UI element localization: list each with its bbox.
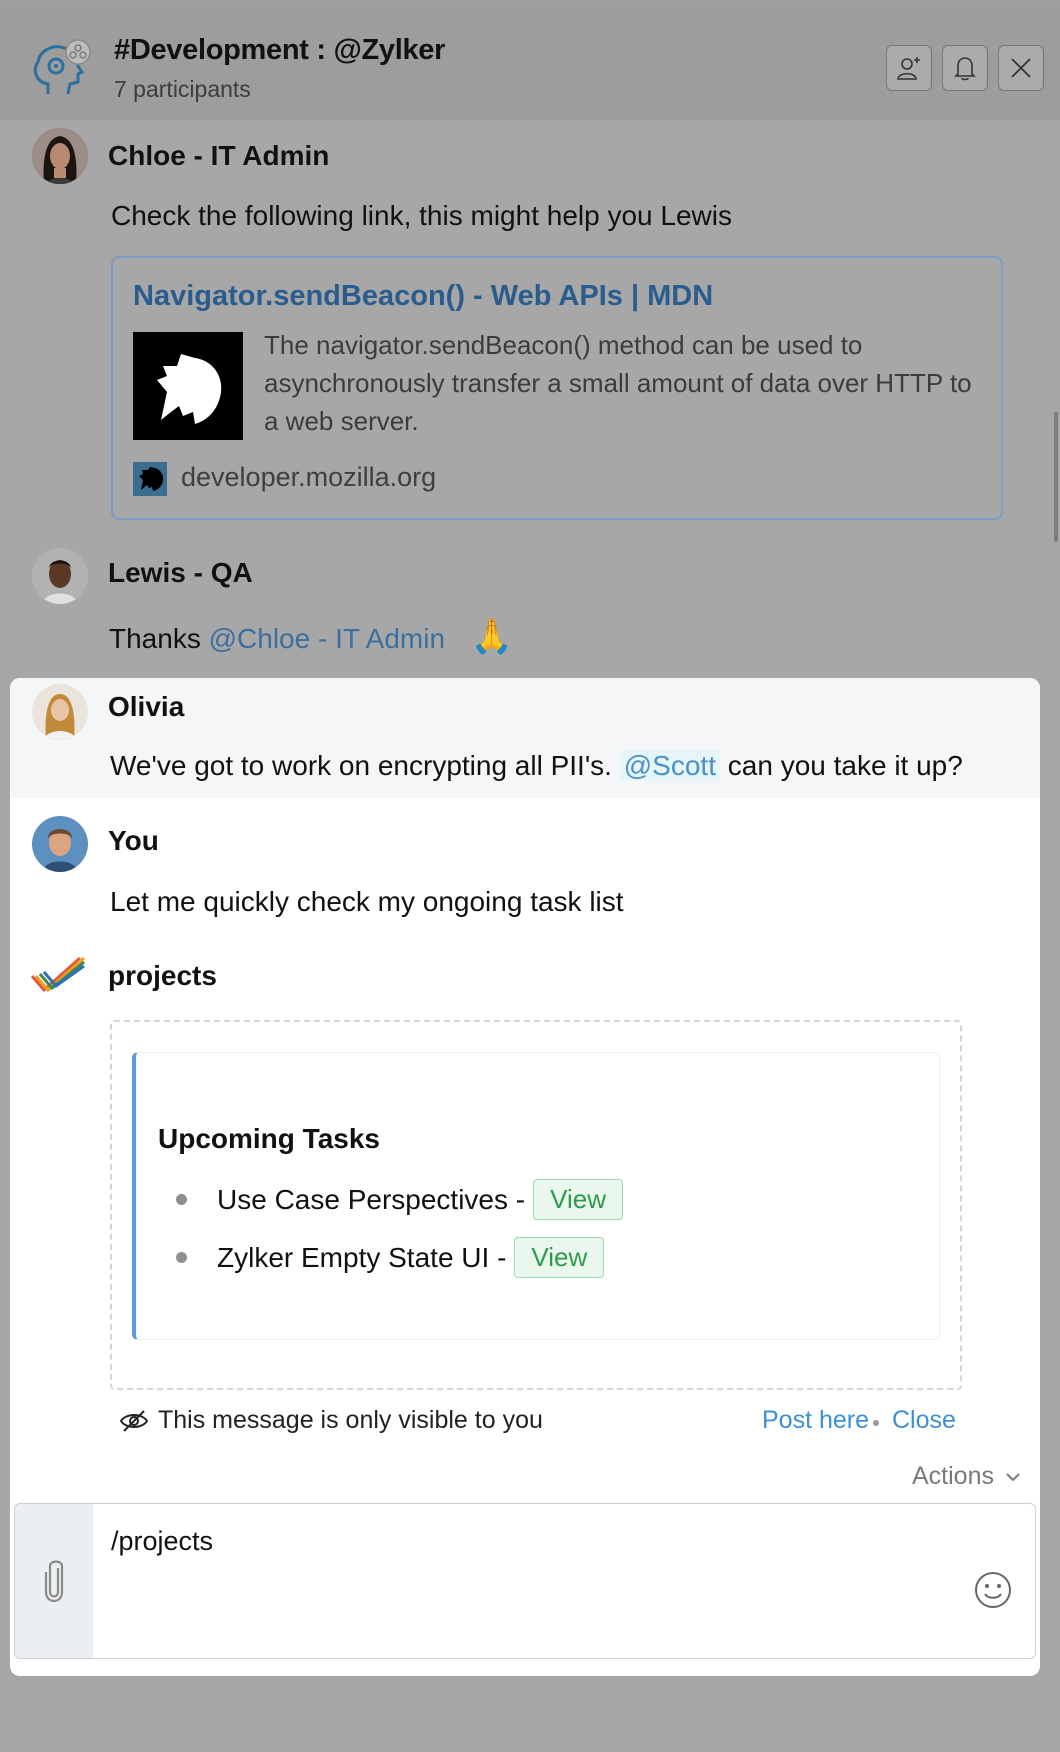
avatar-lewis[interactable] — [32, 548, 88, 604]
composer-input[interactable]: /projects — [111, 1526, 213, 1557]
avatar-you[interactable] — [32, 816, 88, 872]
notifications-button[interactable] — [942, 45, 988, 91]
bullet — [176, 1252, 187, 1263]
sender-name[interactable]: Chloe - IT Admin — [108, 140, 329, 172]
link-preview-domain: developer.mozilla.org — [181, 462, 437, 492]
attach-button[interactable] — [15, 1504, 93, 1658]
message-text: Check the following link, this might hel… — [111, 200, 732, 231]
message-text-prefix: Thanks — [109, 623, 209, 654]
view-task-button[interactable]: View — [533, 1179, 623, 1220]
bot-name[interactable]: projects — [108, 960, 217, 992]
view-task-button[interactable]: View — [514, 1237, 605, 1278]
bullet — [176, 1194, 187, 1205]
avatar-olivia[interactable] — [32, 684, 88, 740]
separator-dot — [873, 1420, 879, 1426]
visibility-text: This message is only visible to you — [158, 1406, 543, 1434]
smiley-icon — [975, 1572, 1011, 1608]
post-here-link[interactable]: Post here — [762, 1406, 869, 1435]
close-icon — [1011, 58, 1031, 78]
active-conversation-panel: Olivia We've got to work on encrypting a… — [10, 678, 1040, 1676]
bot-message-container: Upcoming Tasks Use Case Perspectives - V… — [110, 1020, 962, 1390]
folded-hands-emoji: 🙏 — [470, 618, 514, 656]
visibility-note: This message is only visible to you — [118, 1406, 543, 1435]
scrollbar[interactable] — [1054, 412, 1058, 542]
upcoming-tasks-card: Upcoming Tasks Use Case Perspectives - V… — [132, 1052, 940, 1340]
task-name: Use Case Perspectives - — [217, 1183, 526, 1215]
paperclip-icon — [44, 1560, 64, 1603]
add-participant-icon — [897, 57, 920, 80]
chevron-down-icon — [1006, 1472, 1020, 1481]
mention-scott[interactable]: @Scott — [619, 750, 720, 781]
close-chat-button[interactable] — [998, 45, 1044, 91]
sender-name[interactable]: Olivia — [108, 691, 184, 723]
message-text-prefix: We've got to work on encrypting all PII'… — [110, 750, 620, 781]
actions-label: Actions — [912, 1462, 994, 1490]
avatar-chloe[interactable] — [32, 128, 88, 184]
add-participant-button[interactable] — [886, 45, 932, 91]
sender-name[interactable]: Lewis - QA — [108, 557, 253, 589]
eye-hidden-icon — [119, 1409, 149, 1432]
task-name: Zylker Empty State UI - — [217, 1241, 507, 1273]
card-title: Upcoming Tasks — [158, 1123, 380, 1154]
link-preview-description: The navigator.sendBeacon() method can be… — [264, 330, 972, 436]
task-item: Use Case Perspectives - View — [158, 1179, 623, 1220]
message-composer[interactable]: /projects — [14, 1503, 1036, 1659]
channel-title: #Development : @Zylker — [114, 34, 446, 66]
message-text: Let me quickly check my ongoing task lis… — [110, 886, 624, 917]
participants-count[interactable]: 7 participants — [114, 76, 251, 103]
actions-dropdown[interactable]: Actions — [912, 1462, 1022, 1491]
mdn-favicon-icon — [133, 462, 167, 496]
sender-name[interactable]: You — [108, 825, 159, 857]
projects-bot-icon — [30, 954, 86, 998]
close-link[interactable]: Close — [892, 1406, 956, 1435]
chat-header: #Development : @Zylker 7 participants — [0, 12, 1060, 120]
link-preview-title[interactable]: Navigator.sendBeacon() - Web APIs | MDN — [133, 280, 713, 313]
message-text: Thanks @Chloe - IT Admin 🙏 — [109, 617, 513, 657]
emoji-button[interactable] — [971, 1568, 1015, 1612]
top-strip — [0, 0, 1060, 12]
message-text-suffix: can you take it up? — [719, 750, 963, 781]
task-item: Zylker Empty State UI - View — [158, 1237, 605, 1278]
mdn-logo-thumbnail — [133, 332, 243, 440]
message-text: We've got to work on encrypting all PII'… — [110, 750, 963, 782]
bell-icon — [954, 57, 976, 81]
link-preview-card[interactable]: Navigator.sendBeacon() - Web APIs | MDN … — [111, 256, 1003, 520]
mention-chloe[interactable]: @Chloe - IT Admin — [209, 623, 445, 654]
channel-avatar-icon — [28, 38, 96, 106]
